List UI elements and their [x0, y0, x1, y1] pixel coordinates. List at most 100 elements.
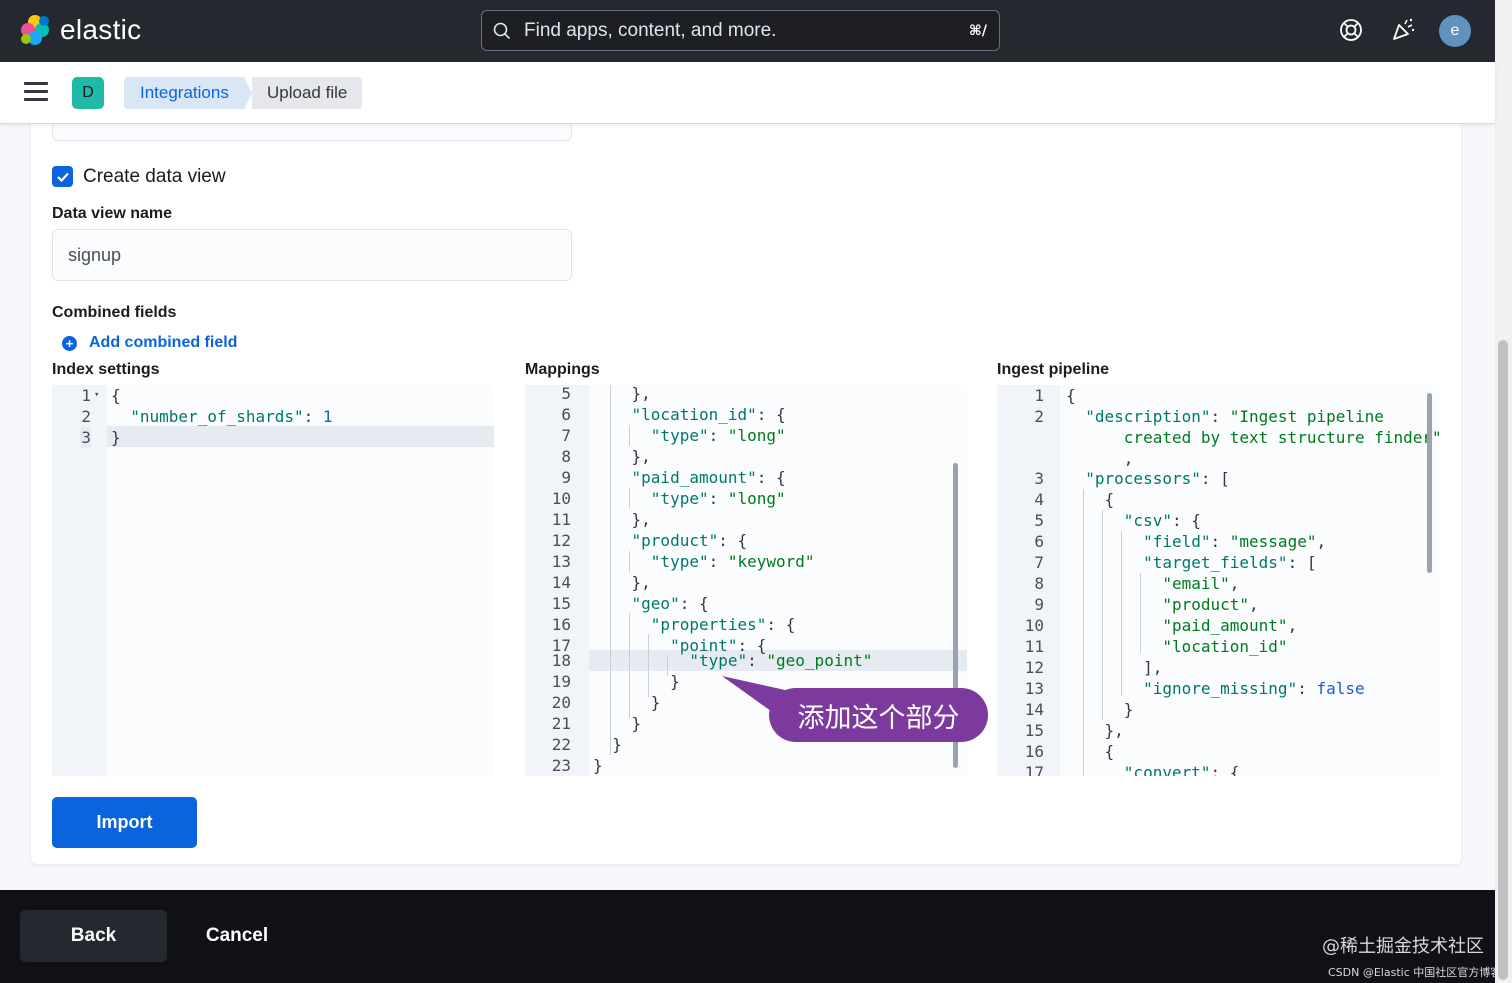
- code-line: "description": "Ingest pipeline: [1085, 407, 1384, 426]
- code-line: "product": {: [631, 531, 748, 550]
- line-number: 9: [561, 468, 571, 487]
- code-line: }: [111, 428, 121, 447]
- create-data-view-checkbox[interactable]: [52, 166, 73, 187]
- line-number: 12: [1024, 658, 1044, 677]
- add-combined-field-text: Add combined field: [89, 334, 238, 351]
- ingest-pipeline-title: Ingest pipeline: [997, 361, 1110, 378]
- code-line: {: [1066, 742, 1115, 761]
- elastic-logo[interactable]: elastic: [18, 13, 141, 47]
- create-data-view-label[interactable]: Create data view: [83, 166, 226, 188]
- line-number: 22: [551, 735, 571, 754]
- code-line: "number_of_shards": 1: [130, 407, 333, 426]
- breadcrumb-upload-file: Upload file: [252, 77, 363, 109]
- ingest-pipeline-editor[interactable]: 1 2 3 4 5 6 7 8 9 10 11 12 13 14 15 16 1…: [997, 385, 1439, 776]
- code-line: {: [1066, 490, 1115, 509]
- code-line: "ignore_missing": false: [1143, 679, 1365, 698]
- code-line: "paid_amount": {: [631, 468, 786, 487]
- line-number: 15: [551, 594, 571, 613]
- code-line: "product",: [1162, 595, 1259, 614]
- code-line: "target_fields": [: [1143, 553, 1317, 572]
- line-number: 12: [551, 531, 571, 550]
- line-number: 7: [561, 426, 571, 445]
- code-line: "geo": {: [631, 594, 709, 613]
- line-number: 3: [1034, 469, 1044, 488]
- line-number: 10: [551, 489, 571, 508]
- line-number: 16: [551, 615, 571, 634]
- check-icon: [56, 172, 69, 182]
- user-avatar[interactable]: e: [1439, 15, 1471, 47]
- add-combined-field-link[interactable]: + Add combined field: [62, 334, 237, 352]
- line-number: 17: [1024, 763, 1044, 776]
- code-line: "csv": {: [1123, 511, 1201, 530]
- app-name: elastic: [60, 14, 142, 45]
- line-number: 19: [551, 672, 571, 691]
- code-line: "properties": {: [650, 615, 796, 634]
- code-line: }: [593, 735, 622, 754]
- watermark-juejin: @稀土掘金技术社区: [1322, 936, 1484, 957]
- search-input[interactable]: [524, 19, 944, 42]
- code-line: ],: [1066, 658, 1163, 677]
- annotation-callout: 添加这个部分: [769, 688, 988, 742]
- code-line: },: [1066, 721, 1124, 740]
- code-line: "email",: [1162, 574, 1240, 593]
- line-number: 2: [81, 407, 91, 426]
- code-line: "type": "keyword": [650, 552, 815, 571]
- line-number: 3: [81, 427, 91, 448]
- line-number: 14: [1024, 700, 1044, 719]
- mappings-title: Mappings: [525, 361, 600, 378]
- code-line: },: [593, 510, 651, 529]
- code-line: created by text structure finder": [1066, 428, 1439, 447]
- code-line: }: [593, 693, 661, 712]
- line-number: 5: [561, 385, 571, 403]
- code-line: },: [593, 447, 651, 466]
- search-icon: [493, 22, 511, 39]
- line-number: 5: [1034, 511, 1044, 530]
- line-number: 1: [81, 386, 91, 405]
- line-number: 11: [551, 510, 571, 529]
- import-button[interactable]: Import: [52, 797, 197, 848]
- line-number: 11: [1024, 637, 1044, 656]
- space-selector[interactable]: D: [72, 77, 104, 109]
- top-header: elastic ⌘/ e: [0, 0, 1512, 62]
- line-number: 13: [551, 552, 571, 571]
- code-line: "location_id": {: [631, 405, 786, 424]
- breadcrumb-integrations[interactable]: Integrations: [124, 77, 245, 109]
- line-number: 7: [1034, 553, 1044, 572]
- code-line: "location_id": [1162, 637, 1288, 656]
- data-view-name-input[interactable]: [52, 229, 572, 281]
- code-line: "processors": [: [1085, 469, 1230, 488]
- line-number: 21: [551, 714, 571, 733]
- code-line: },: [593, 573, 651, 592]
- page-scrollbar-thumb[interactable]: [1498, 340, 1508, 980]
- hamburger-menu-icon[interactable]: [24, 82, 48, 102]
- line-number: 18: [551, 651, 571, 670]
- help-icon[interactable]: [1337, 16, 1365, 44]
- line-number: 2: [1034, 407, 1044, 426]
- code-line: }: [1066, 700, 1134, 719]
- elastic-logo-icon: [21, 15, 49, 45]
- code-line: {: [1066, 386, 1076, 405]
- code-line: }: [593, 672, 680, 691]
- editor-scrollbar[interactable]: [1427, 393, 1432, 573]
- editor-gutter: 5 6 7 8 9 10 11 12 13 14 15 16 17 18 19 …: [525, 385, 589, 776]
- back-button[interactable]: Back: [20, 910, 167, 962]
- bottom-action-bar: Back Cancel: [0, 890, 1495, 983]
- code-line: {: [111, 386, 121, 405]
- breadcrumb-bar: D Integrations Upload file: [0, 62, 1495, 124]
- line-number: 16: [1024, 742, 1044, 761]
- code-line: "type": "long": [650, 489, 786, 508]
- line-number: 20: [551, 693, 571, 712]
- global-search[interactable]: ⌘/: [481, 10, 1000, 51]
- line-number: 6: [561, 405, 571, 424]
- news-feed-icon[interactable]: [1389, 16, 1417, 44]
- code-line: "type": "geo_point": [689, 651, 873, 670]
- line-number: 4: [1034, 490, 1044, 509]
- code-line: "paid_amount",: [1162, 616, 1298, 635]
- line-number: 8: [561, 447, 571, 466]
- code-line: }: [593, 756, 603, 775]
- index-settings-editor[interactable]: 1 2 3 ▾ { "number_of_shards": 1 }: [52, 385, 494, 776]
- combined-fields-label: Combined fields: [52, 304, 177, 321]
- breadcrumb-separator: [244, 77, 252, 109]
- cancel-button[interactable]: Cancel: [196, 910, 278, 962]
- line-number: 14: [551, 573, 571, 592]
